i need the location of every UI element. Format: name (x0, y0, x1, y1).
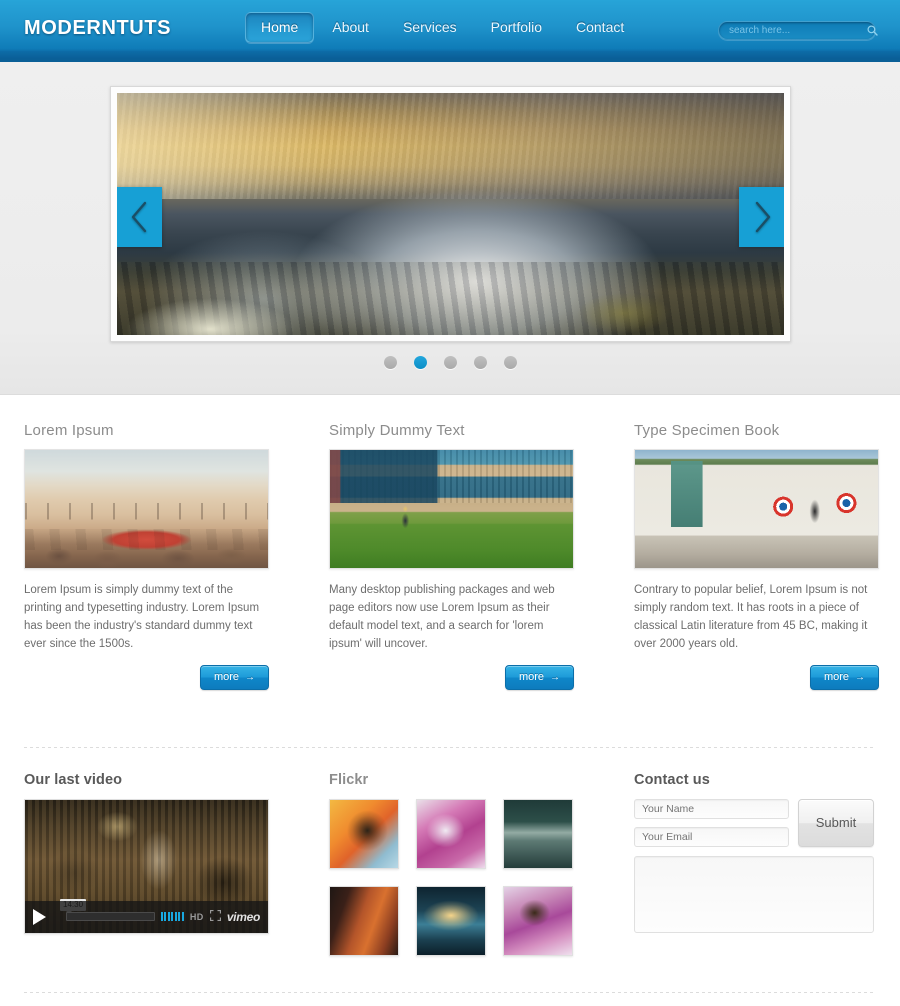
site-logo[interactable]: MODERNTUTS (24, 17, 171, 40)
search-icon[interactable] (867, 22, 878, 39)
boy-on-grass-image (330, 450, 573, 568)
main-navigation: Home About Services Portfolio Contact (245, 12, 640, 43)
more-button-1[interactable]: more → (199, 664, 269, 690)
slider-dot-1[interactable] (383, 356, 397, 369)
article-title: Lorem Ipsum (24, 422, 114, 439)
fullscreen-icon[interactable] (209, 909, 221, 924)
articles-section: Lorem Ipsum Lorem Ipsum is simply dummy … (0, 395, 900, 690)
more-button-label: more (213, 670, 239, 683)
archery-mural-image (635, 450, 878, 568)
site-header: MODERNTUTS Home About Services Portfolio… (0, 0, 900, 62)
lower-section: Our last video 14:30 HD vimeo (0, 748, 900, 956)
article-thumbnail[interactable] (329, 449, 574, 569)
desert-canoe-image (25, 450, 268, 568)
flickr-thumb-5[interactable] (416, 885, 486, 956)
flickr-thumb-3[interactable] (503, 798, 573, 869)
chevron-left-icon (131, 201, 146, 233)
article-text: Contrary to popular belief, Lorem Ipsum … (634, 584, 868, 650)
more-button-label: more (518, 670, 544, 683)
article-title: Simply Dummy Text (329, 422, 465, 439)
more-button-2[interactable]: more → (504, 664, 574, 690)
video-column: Our last video 14:30 HD vimeo (24, 772, 269, 956)
article-thumbnail[interactable] (634, 449, 879, 569)
article-title: Type Specimen Book (634, 422, 780, 439)
flickr-thumb-1[interactable] (329, 798, 399, 869)
flickr-grid (329, 798, 574, 956)
arrow-right-icon: → (550, 671, 560, 683)
slider-next-button[interactable] (739, 187, 784, 247)
message-field[interactable] (634, 855, 874, 933)
flickr-thumb-6[interactable] (503, 885, 573, 956)
volume-icon[interactable] (160, 912, 184, 922)
flickr-thumb-4[interactable] (329, 885, 399, 956)
contact-section-title: Contact us (634, 771, 710, 788)
article-text: Many desktop publishing packages and web… (329, 584, 555, 650)
play-icon[interactable] (33, 908, 46, 925)
vimeo-logo[interactable]: vimeo (227, 910, 260, 924)
slider-section (0, 62, 900, 395)
slider-dot-2[interactable] (413, 356, 427, 369)
more-button-label: more (823, 670, 849, 683)
article-text: Lorem Ipsum is simply dummy text of the … (24, 584, 260, 650)
video-controls: HD vimeo (25, 900, 268, 933)
nav-item-portfolio[interactable]: Portfolio (475, 12, 558, 43)
more-button-3[interactable]: more → (809, 664, 879, 690)
flickr-thumb-2[interactable] (416, 798, 486, 869)
arrow-right-icon: → (245, 671, 255, 683)
video-player[interactable]: 14:30 HD vimeo (24, 798, 269, 934)
nav-item-services[interactable]: Services (387, 12, 473, 43)
nav-item-contact[interactable]: Contact (560, 12, 640, 43)
flickr-column: Flickr (329, 772, 574, 956)
slider-slide (117, 93, 784, 335)
contact-fields (634, 798, 789, 847)
submit-button[interactable]: Submit (798, 798, 874, 847)
slider-dot-3[interactable] (443, 356, 457, 369)
site-footer: © 2011 Moderntuts. Learn Photoshop with … (0, 993, 900, 1006)
email-field[interactable] (634, 826, 789, 847)
search-input[interactable] (719, 22, 867, 39)
nav-item-about[interactable]: About (316, 12, 385, 43)
name-field[interactable] (634, 798, 789, 819)
article-card-2: Simply Dummy Text Many desktop publishin… (329, 422, 574, 690)
nav-item-home[interactable]: Home (245, 12, 315, 43)
article-card-3: Type Specimen Book Contrary to popular b… (634, 422, 879, 690)
slide-image (117, 93, 784, 335)
contact-column: Contact us Submit (634, 772, 874, 956)
slider-pagination (0, 356, 900, 369)
video-section-title: Our last video (24, 771, 123, 788)
search-box[interactable] (718, 21, 878, 40)
slider-dot-4[interactable] (473, 356, 487, 369)
slider-frame (110, 86, 791, 342)
chevron-right-icon (755, 201, 770, 233)
slider-prev-button[interactable] (117, 187, 162, 247)
article-thumbnail[interactable] (24, 449, 269, 569)
video-progress-bar[interactable] (66, 912, 155, 922)
arrow-right-icon: → (855, 671, 865, 683)
article-card-1: Lorem Ipsum Lorem Ipsum is simply dummy … (24, 422, 269, 690)
flickr-section-title: Flickr (329, 771, 369, 788)
hd-badge[interactable]: HD (190, 912, 204, 922)
slider-dot-5[interactable] (503, 356, 517, 369)
